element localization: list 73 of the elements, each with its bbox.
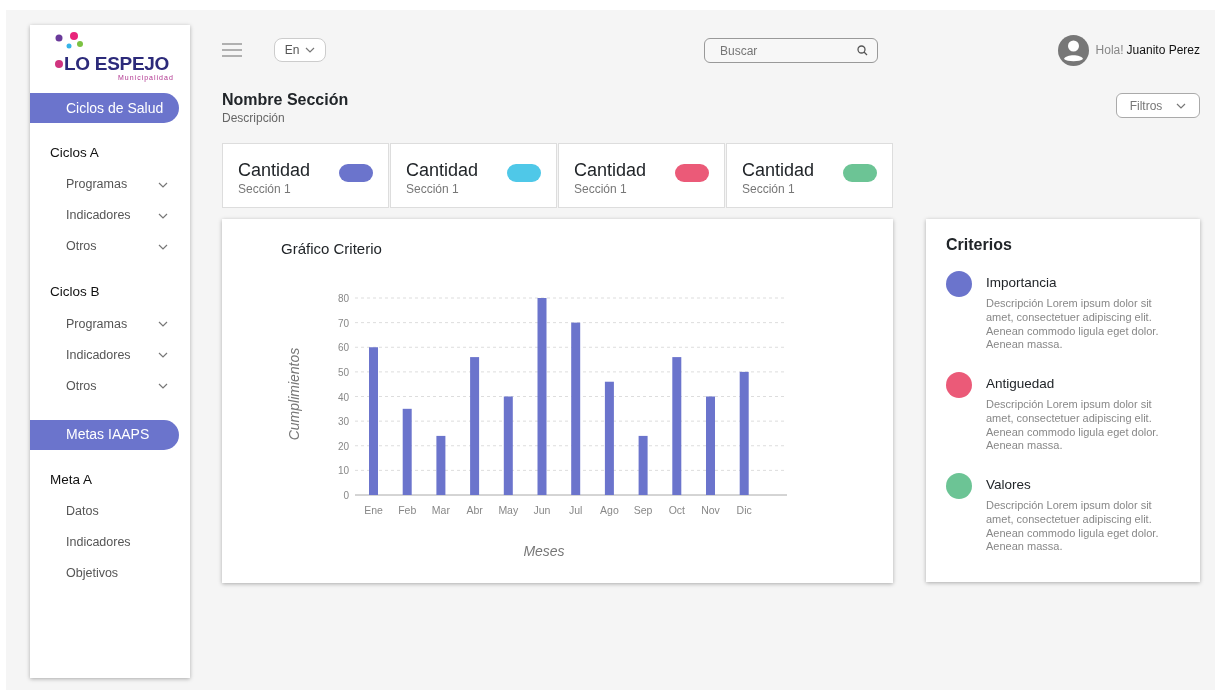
chevron-down-icon [1176, 102, 1187, 109]
criteria-title: Criterios [946, 235, 1013, 255]
sidebar-group-title: Meta A [49, 470, 94, 489]
sidebar-group-title: Ciclos B [49, 283, 101, 302]
stat-subtitle: Sección 1 [238, 181, 292, 198]
sidebar-item[interactable]: Datos [30, 495, 174, 527]
filter-dropdown[interactable]: Filtros [1116, 93, 1200, 118]
y-tick-label: 50 [337, 366, 349, 378]
stat-title: Cantidad [238, 160, 311, 180]
sidebar-group-title: Ciclos A [49, 144, 100, 162]
chevron-down-icon [158, 212, 168, 219]
x-tick-label: Dic [736, 504, 752, 516]
x-tick-label: Jul [569, 504, 583, 516]
sidebar-item[interactable]: Indicadores [30, 526, 174, 558]
stat-subtitle: Sección 1 [742, 181, 796, 198]
chevron-down-icon [158, 352, 168, 358]
sidebar-item[interactable]: Programas [30, 308, 174, 340]
x-tick-label: Nov [701, 504, 720, 516]
criterion-description: Descripción Lorem ipsum dolor sit amet, consectetuer adipiscing elit. Aenean commodo ligula eget dolor. Aenean massa. [986, 398, 1160, 454]
chart-title: Gráfico Criterio [280, 239, 383, 259]
chevron-down-icon [158, 321, 168, 327]
x-tick-label: Feb [398, 504, 417, 516]
x-tick-label: Ene [364, 504, 383, 516]
chevron-down-icon [158, 243, 168, 250]
x-tick-label: Mar [431, 504, 450, 516]
y-tick-label: 20 [337, 440, 349, 452]
stat-subtitle: Sección 1 [574, 181, 628, 198]
stat-title: Cantidad [406, 160, 479, 180]
chevron-down-icon [158, 181, 168, 188]
sidebar-item[interactable]: Objetivos [30, 557, 174, 589]
stat-title: Cantidad [742, 160, 815, 180]
greeting-text: Hola! [1095, 42, 1124, 59]
section-title: Nombre Sección [222, 91, 349, 109]
sidebar-section-button[interactable]: Ciclos de Salud [30, 93, 179, 123]
chevron-down-icon [305, 47, 316, 53]
avatar-icon[interactable] [1057, 34, 1089, 66]
criterion-name: Antiguedad [986, 375, 1056, 394]
x-tick-label: Jun [533, 504, 551, 516]
search-icon [857, 44, 868, 56]
chevron-down-icon [158, 383, 168, 389]
sidebar-item[interactable]: Indicadores [30, 339, 174, 371]
x-tick-label: May [498, 504, 519, 516]
y-tick-label: 80 [337, 293, 349, 304]
y-tick-label: 10 [337, 465, 349, 477]
x-tick-label: Sep [633, 504, 653, 516]
x-axis-title: Meses [523, 543, 565, 559]
y-tick-label: 70 [337, 317, 349, 329]
stat-title: Cantidad [574, 160, 647, 180]
criterion-name: Importancia [986, 274, 1058, 292]
language-dropdown[interactable]: En [274, 38, 326, 62]
x-tick-label: Ago [600, 504, 619, 516]
criterion-name: Valores [986, 476, 1032, 495]
sidebar-section-button[interactable]: Metas IAAPS [30, 419, 179, 450]
y-tick-label: 0 [343, 490, 349, 501]
bar [638, 435, 648, 495]
logo-text: LO ESPEJO [64, 54, 169, 74]
bar [436, 435, 446, 495]
x-tick-label: Abr [466, 504, 483, 516]
sidebar-item[interactable]: Indicadores [30, 200, 174, 232]
x-tick-label: Oct [668, 504, 685, 516]
search-field[interactable]: Buscar [704, 38, 878, 63]
sidebar-item[interactable]: Otros [30, 370, 174, 402]
y-tick-label: 40 [337, 391, 349, 403]
stat-subtitle: Sección 1 [406, 181, 460, 198]
y-tick-label: 30 [337, 416, 349, 428]
section-description: Descripción [222, 110, 286, 127]
sidebar-item[interactable]: Otros [30, 231, 174, 263]
criterion-description: Descripción Lorem ipsum dolor sit amet, consectetuer adipiscing elit. Aenean commodo ligula eget dolor. Aenean massa. [986, 297, 1160, 353]
user-name: Juanito Perez [1126, 42, 1200, 59]
y-tick-label: 60 [337, 342, 349, 354]
y-axis-title: Cumplimientos [286, 347, 302, 441]
criterion-description: Descripción Lorem ipsum dolor sit amet, consectetuer adipiscing elit. Aenean commodo ligula eget dolor. Aenean massa. [986, 499, 1160, 555]
sidebar-item[interactable]: Programas [30, 169, 174, 201]
